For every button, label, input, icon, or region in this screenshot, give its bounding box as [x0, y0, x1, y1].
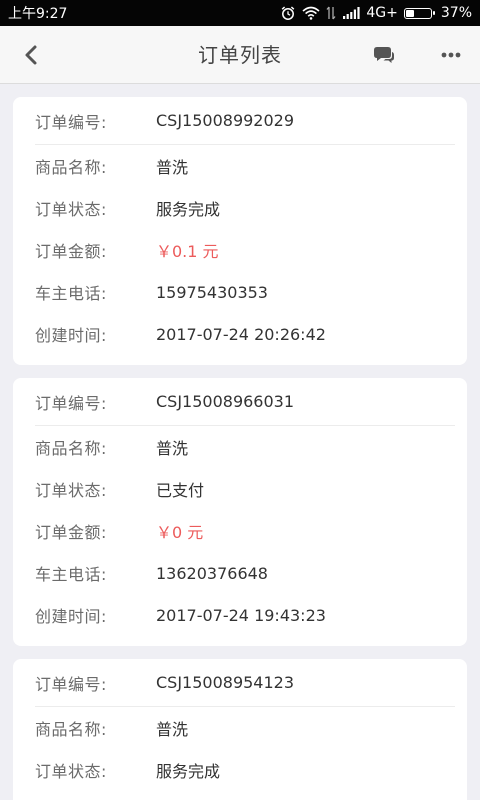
back-button[interactable] [14, 38, 48, 72]
chat-button[interactable] [366, 40, 400, 70]
product-label: 商品名称: [35, 158, 107, 177]
product-name: 普洗 [156, 158, 189, 177]
order-number: CSJ15008992029 [156, 111, 295, 130]
order-number-label: 订单编号: [35, 112, 107, 132]
order-number-label: 订单编号: [35, 674, 107, 694]
order-number: CSJ15008966031 [156, 392, 295, 411]
status-row: 订单状态: 已支付 [35, 468, 467, 510]
amount-label: 订单金额: [35, 242, 107, 261]
order-card[interactable]: 订单编号: CSJ15008954123 商品名称: 普洗 订单状态: 服务完成 [13, 659, 467, 800]
phone-row: 车主电话: 13620376648 [35, 552, 467, 594]
product-name: 普洗 [156, 439, 189, 458]
status-row: 订单状态: 服务完成 [35, 187, 467, 229]
created-label: 创建时间: [35, 607, 107, 626]
amount-row: 订单金额: ￥0.1 元 [35, 229, 467, 271]
status-label: 订单状态: [35, 762, 107, 781]
order-number-row: 订单编号: CSJ15008954123 [35, 659, 455, 707]
product-name: 普洗 [156, 720, 189, 739]
owner-phone: 13620376648 [156, 563, 268, 583]
more-dots-icon [441, 52, 461, 58]
status-bar: 上午9:27 4G+ 37% [0, 0, 480, 26]
created-row: 创建时间: 2017-07-24 19:43:23 [35, 594, 467, 636]
page-title: 订单列表 [198, 43, 282, 67]
product-row: 商品名称: 普洗 [35, 707, 467, 749]
product-row: 商品名称: 普洗 [35, 145, 467, 187]
product-label: 商品名称: [35, 439, 107, 458]
product-label: 商品名称: [35, 720, 107, 739]
order-number-row: 订单编号: CSJ15008992029 [35, 97, 455, 145]
product-row: 商品名称: 普洗 [35, 426, 467, 468]
owner-phone: 15975430353 [156, 282, 268, 302]
created-row: 创建时间: 2017-07-24 20:26:42 [35, 313, 467, 355]
created-time: 2017-07-24 20:26:42 [156, 324, 326, 344]
created-label: 创建时间: [35, 326, 107, 345]
order-status: 服务完成 [156, 200, 221, 219]
data-arrows-icon [326, 6, 336, 20]
chevron-left-icon [25, 45, 37, 65]
amount-label: 订单金额: [35, 523, 107, 542]
order-list: 订单编号: CSJ15008992029 商品名称: 普洗 订单状态: 服务完成… [0, 84, 480, 800]
order-card[interactable]: 订单编号: CSJ15008992029 商品名称: 普洗 订单状态: 服务完成… [13, 97, 467, 365]
battery-icon [403, 7, 435, 19]
more-button[interactable] [434, 40, 468, 70]
phone-label: 车主电话: [35, 565, 107, 584]
signal-icon [342, 7, 360, 19]
status-label: 订单状态: [35, 200, 107, 219]
chat-bubbles-icon [374, 47, 394, 63]
network-type: 4G+ [366, 5, 398, 21]
order-status: 已支付 [156, 481, 205, 500]
wifi-icon [302, 6, 320, 20]
alarm-icon [280, 5, 296, 21]
phone-label: 车主电话: [35, 284, 107, 303]
order-status: 服务完成 [156, 762, 221, 781]
status-time: 上午9:27 [8, 6, 68, 22]
order-number: CSJ15008954123 [156, 673, 295, 692]
nav-bar: 订单列表 [0, 26, 480, 84]
amount-row: 订单金额: ￥0 元 [35, 510, 467, 552]
status-label: 订单状态: [35, 481, 107, 500]
battery-level [405, 9, 415, 17]
status-row: 订单状态: 服务完成 [35, 749, 467, 791]
battery-percent: 37% [440, 5, 472, 21]
order-number-label: 订单编号: [35, 393, 107, 413]
order-number-row: 订单编号: CSJ15008966031 [35, 378, 455, 426]
order-amount: ￥0.1 元 [156, 242, 219, 261]
phone-row: 车主电话: 15975430353 [35, 271, 467, 313]
order-amount: ￥0 元 [156, 523, 204, 542]
created-time: 2017-07-24 19:43:23 [156, 605, 326, 625]
order-card[interactable]: 订单编号: CSJ15008966031 商品名称: 普洗 订单状态: 已支付 … [13, 378, 467, 646]
